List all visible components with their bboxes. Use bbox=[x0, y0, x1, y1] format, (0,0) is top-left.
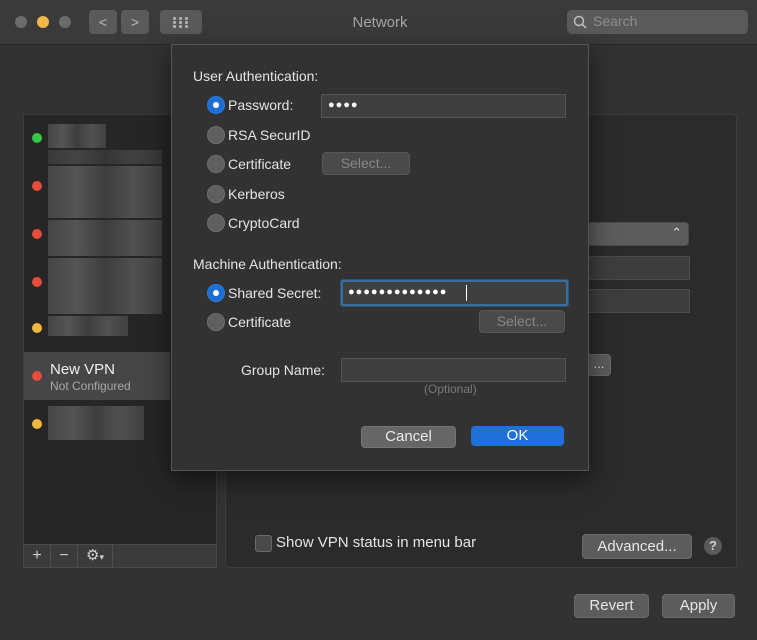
title-bar: < > Network Search bbox=[0, 0, 757, 45]
shared-secret-radio[interactable] bbox=[207, 284, 225, 302]
chevron-right-icon: > bbox=[130, 14, 140, 30]
service-row-subtitle bbox=[48, 150, 162, 164]
group-name-field[interactable] bbox=[341, 358, 566, 382]
sidebar-toolbar: + − ⚙▾ bbox=[23, 544, 217, 568]
status-dot bbox=[32, 277, 42, 287]
machine-certificate-radio[interactable] bbox=[207, 313, 225, 331]
chevron-left-icon: < bbox=[98, 14, 108, 30]
password-option-label: Password: bbox=[228, 97, 294, 113]
revert-button[interactable]: Revert bbox=[574, 594, 649, 618]
plus-icon: + bbox=[32, 547, 42, 564]
cryptocard-label: CryptoCard bbox=[228, 215, 300, 231]
rsa-securid-label: RSA SecurID bbox=[228, 127, 311, 143]
close-window-button[interactable] bbox=[15, 16, 27, 28]
minimize-window-button[interactable] bbox=[37, 16, 49, 28]
shared-secret-value: ●●●●●●●●●●●●● bbox=[348, 286, 448, 298]
text-cursor bbox=[466, 285, 467, 301]
service-status: Not Configured bbox=[50, 379, 131, 393]
service-row[interactable] bbox=[48, 166, 162, 218]
kerberos-radio[interactable] bbox=[207, 185, 225, 203]
forward-button[interactable]: > bbox=[121, 10, 149, 34]
status-dot bbox=[32, 133, 42, 143]
group-name-label: Group Name: bbox=[241, 362, 326, 378]
updown-chevron-icon: ⌃ bbox=[671, 225, 682, 240]
service-row[interactable] bbox=[48, 316, 128, 336]
password-radio[interactable] bbox=[207, 96, 225, 114]
shared-secret-field[interactable]: ●●●●●●●●●●●●● bbox=[341, 280, 568, 306]
user-certificate-radio[interactable] bbox=[207, 155, 225, 173]
authentication-settings-label: ... bbox=[593, 356, 605, 371]
select-label: Select... bbox=[496, 313, 548, 329]
gear-icon: ⚙ bbox=[86, 547, 100, 564]
shared-secret-label: Shared Secret: bbox=[228, 285, 322, 301]
status-dot bbox=[32, 181, 42, 191]
remove-service-button[interactable]: − bbox=[51, 545, 78, 567]
cryptocard-radio[interactable] bbox=[207, 214, 225, 232]
service-row[interactable] bbox=[48, 258, 162, 314]
show-vpn-status-label: Show VPN status in menu bar bbox=[276, 534, 477, 551]
machine-certificate-label: Certificate bbox=[228, 314, 292, 330]
group-name-hint: (Optional) bbox=[424, 382, 477, 396]
service-row[interactable] bbox=[48, 406, 144, 440]
authentication-settings-button[interactable]: ... bbox=[587, 354, 611, 376]
apply-label: Apply bbox=[679, 597, 718, 614]
service-row[interactable] bbox=[48, 220, 162, 256]
search-icon bbox=[573, 15, 587, 29]
ok-button[interactable]: OK bbox=[471, 426, 564, 446]
minus-icon: − bbox=[59, 547, 69, 564]
search-placeholder: Search bbox=[593, 13, 638, 29]
apply-button[interactable]: Apply bbox=[662, 594, 735, 618]
user-certificate-label: Certificate bbox=[228, 156, 292, 172]
machine-certificate-select-button[interactable]: Select... bbox=[479, 310, 565, 333]
status-dot bbox=[32, 371, 42, 381]
show-all-button[interactable] bbox=[160, 10, 202, 34]
chevron-down-icon: ▾ bbox=[99, 552, 104, 562]
rsa-securid-radio[interactable] bbox=[207, 126, 225, 144]
search-field[interactable]: Search bbox=[567, 10, 748, 34]
password-value: ●●●● bbox=[328, 99, 359, 111]
advanced-button[interactable]: Advanced... bbox=[582, 534, 692, 559]
machine-authentication-heading: Machine Authentication: bbox=[193, 256, 342, 272]
help-label: ? bbox=[709, 538, 717, 553]
advanced-label: Advanced... bbox=[597, 538, 677, 555]
window-title: Network bbox=[352, 14, 408, 31]
server-address-field[interactable] bbox=[587, 256, 690, 280]
help-icon[interactable]: ? bbox=[704, 537, 722, 555]
service-name: New VPN bbox=[50, 361, 116, 378]
revert-label: Revert bbox=[589, 597, 634, 614]
add-service-button[interactable]: + bbox=[24, 545, 51, 567]
configuration-popup[interactable]: ⌃ bbox=[587, 222, 689, 246]
status-dot bbox=[32, 323, 42, 333]
ok-label: OK bbox=[506, 427, 529, 444]
action-menu-button[interactable]: ⚙▾ bbox=[78, 545, 113, 567]
account-name-field[interactable] bbox=[587, 289, 690, 313]
password-field[interactable]: ●●●● bbox=[321, 94, 566, 118]
show-vpn-status-checkbox[interactable] bbox=[255, 535, 272, 552]
zoom-window-button[interactable] bbox=[59, 16, 71, 28]
back-button[interactable]: < bbox=[89, 10, 117, 34]
user-certificate-select-button[interactable]: Select... bbox=[322, 152, 410, 175]
cancel-label: Cancel bbox=[385, 428, 432, 445]
status-dot bbox=[32, 419, 42, 429]
user-authentication-heading: User Authentication: bbox=[193, 68, 319, 84]
status-dot bbox=[32, 229, 42, 239]
select-label: Select... bbox=[340, 155, 392, 171]
kerberos-label: Kerberos bbox=[228, 186, 285, 202]
cancel-button[interactable]: Cancel bbox=[361, 426, 456, 448]
service-row[interactable] bbox=[48, 124, 106, 148]
